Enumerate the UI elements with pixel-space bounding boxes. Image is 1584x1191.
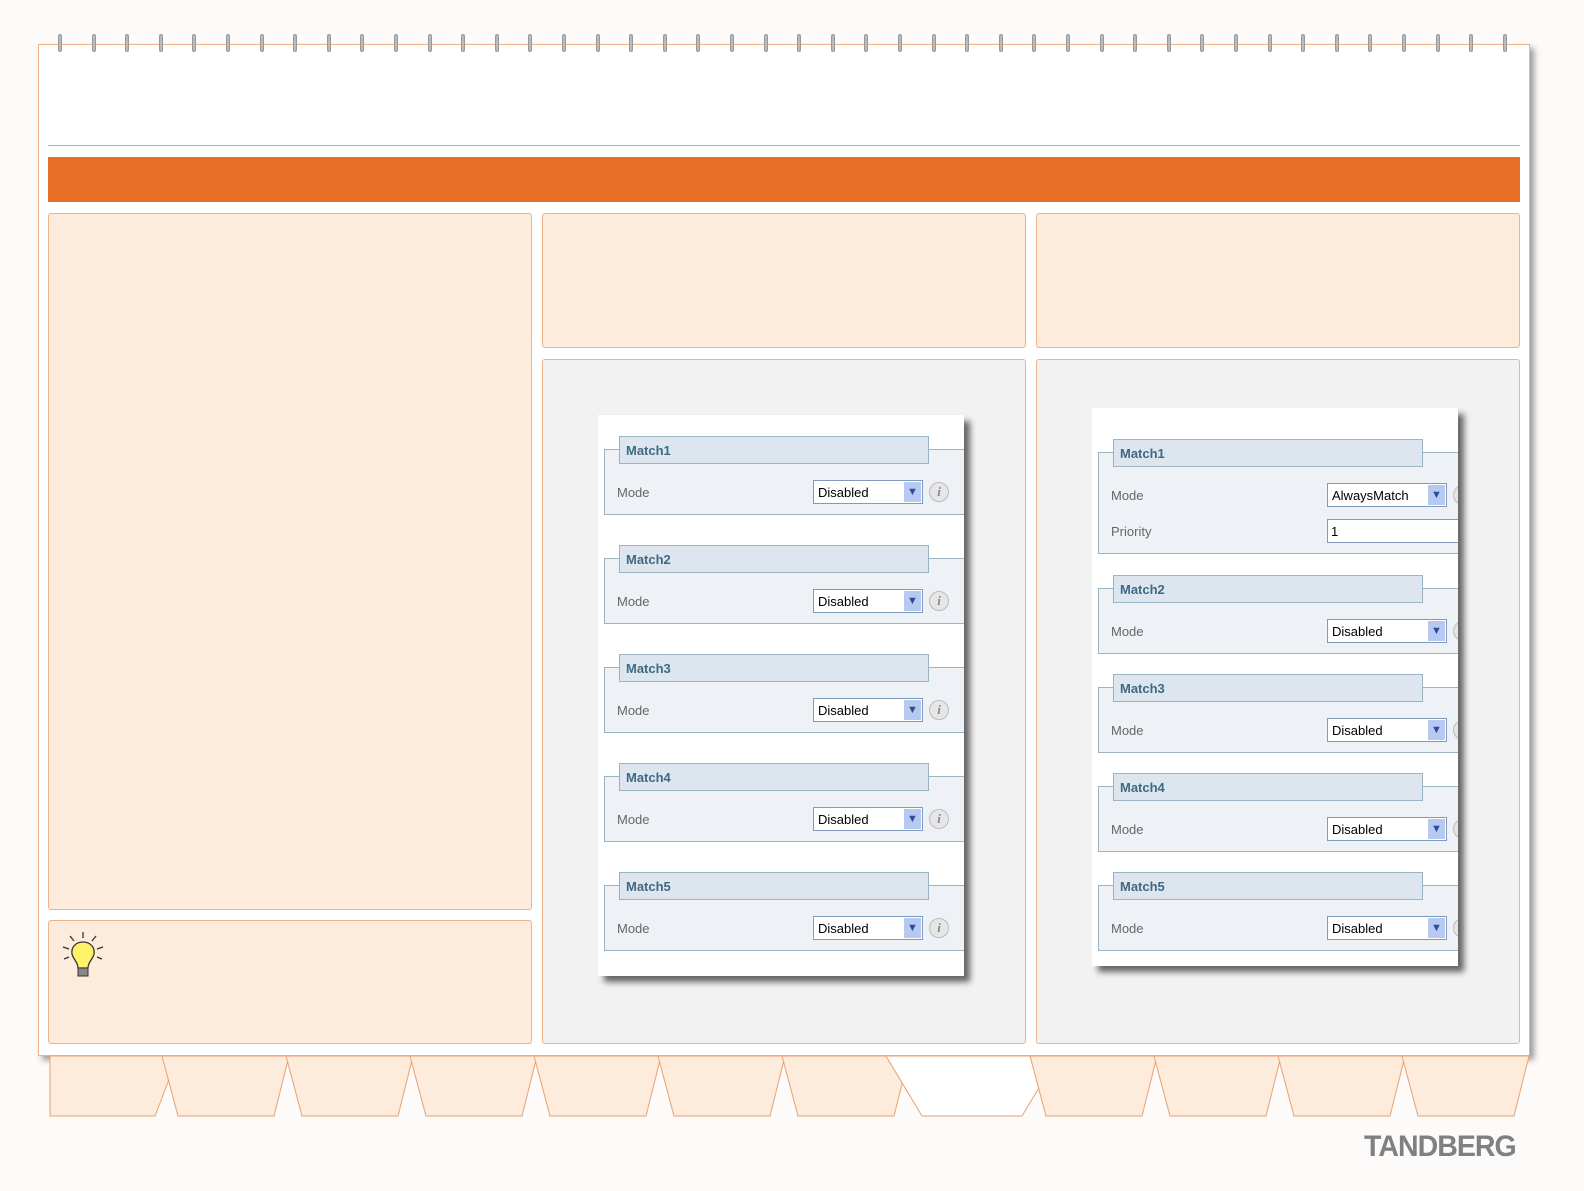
tab-10[interactable] xyxy=(1153,1055,1282,1117)
tab-4[interactable] xyxy=(409,1055,538,1117)
tandberg-logo: TANDBERG xyxy=(1364,1130,1517,1163)
tab-7[interactable] xyxy=(781,1055,910,1117)
tab-1[interactable] xyxy=(49,1055,179,1117)
tab-2[interactable] xyxy=(161,1055,290,1117)
tab-6[interactable] xyxy=(657,1055,786,1117)
tab-12[interactable] xyxy=(1401,1055,1530,1117)
tab-5[interactable] xyxy=(533,1055,662,1117)
tab-9[interactable] xyxy=(1029,1055,1158,1117)
tab-11[interactable] xyxy=(1277,1055,1406,1117)
section-tabs xyxy=(49,1055,1530,1117)
tab-3[interactable] xyxy=(285,1055,414,1117)
